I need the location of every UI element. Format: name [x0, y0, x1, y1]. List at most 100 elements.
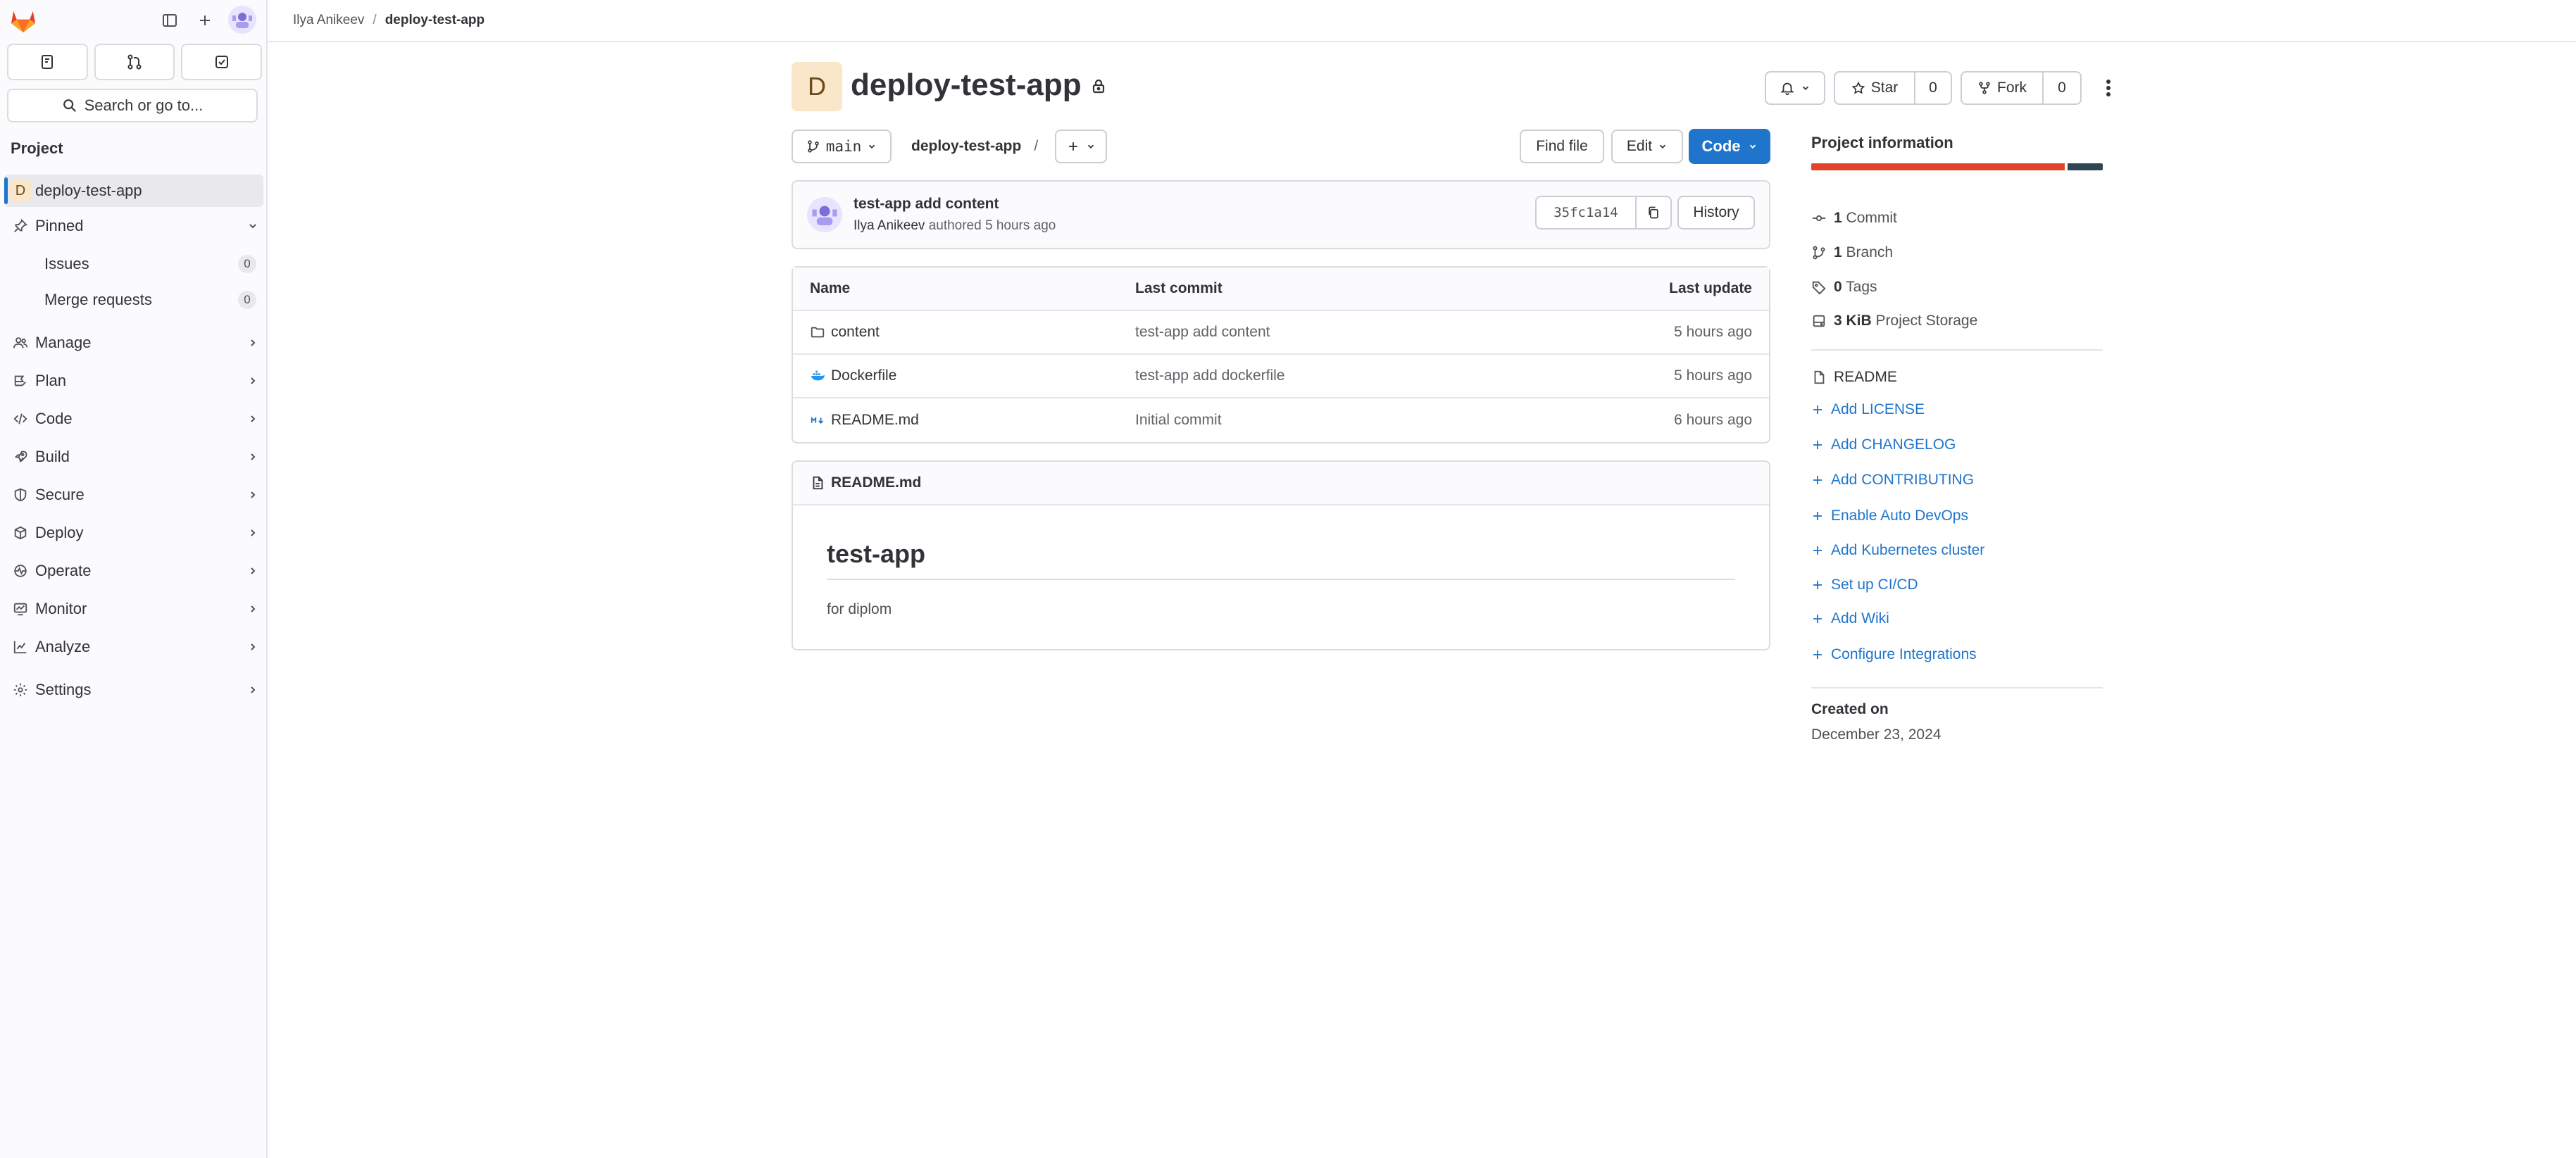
add-kubernetes-cluster-link[interactable]: Add Kubernetes cluster: [1811, 542, 1984, 559]
column-header-last-update: Last update: [1669, 280, 1752, 296]
fork-button-group: Fork 0: [1961, 71, 2082, 105]
fork-button[interactable]: Fork: [1962, 73, 2042, 103]
sidebar-item-merge-requests[interactable]: Merge requests 0: [4, 284, 263, 316]
commit-message-link[interactable]: test-app add content: [1135, 311, 1270, 353]
more-actions-button[interactable]: [2092, 71, 2125, 105]
stat-label: Branch: [1846, 244, 1894, 260]
assigned-issues-button[interactable]: [7, 44, 88, 80]
project-header: D deploy-test-app Star 0 Fork 0: [792, 61, 2125, 111]
plus-icon: [1813, 581, 1822, 589]
star-count[interactable]: 0: [1914, 73, 1951, 103]
sidebar-item-monitor[interactable]: Monitor: [4, 593, 263, 625]
branches-link[interactable]: 1 Branch: [1811, 244, 1893, 261]
commits-link[interactable]: 1 Commit: [1811, 210, 1897, 227]
table-header-row: Name Last commit Last update: [793, 268, 1769, 311]
sidebar-item-secure[interactable]: Secure: [4, 479, 263, 511]
file-name-link[interactable]: Dockerfile: [831, 367, 896, 384]
sidebar-toggle-icon[interactable]: [156, 7, 183, 34]
sidebar-item-pinned[interactable]: Pinned: [4, 210, 263, 242]
branch-icon: [807, 140, 819, 153]
commit-author-link[interactable]: Ilya Anikeev: [854, 218, 925, 233]
sidebar-item-code[interactable]: Code: [4, 403, 263, 435]
file-name-link[interactable]: content: [831, 324, 880, 341]
branch-selector[interactable]: main: [792, 130, 892, 163]
chevron-down-icon: [1087, 144, 1094, 149]
chevron-right-icon: [242, 451, 263, 462]
sidebar-item-label: Merge requests: [44, 291, 152, 308]
todo-list-button[interactable]: [181, 44, 263, 80]
readme-filename-link[interactable]: README.md: [831, 474, 921, 491]
tags-link[interactable]: 0 Tags: [1811, 279, 1877, 296]
history-button[interactable]: History: [1677, 196, 1755, 229]
star-button[interactable]: Star: [1835, 73, 1914, 103]
last-commit-panel: test-app add content Ilya Anikeev author…: [792, 180, 1770, 249]
sidebar-item-issues[interactable]: Issues 0: [4, 248, 263, 280]
storage-bar-secondary: [2068, 163, 2103, 170]
commit-sha[interactable]: 35fc1a14: [1537, 197, 1635, 228]
commit-title-link[interactable]: test-app add content: [854, 196, 999, 213]
enable-auto-devops-link[interactable]: Enable Auto DevOps: [1811, 508, 1968, 524]
add-contributing-link[interactable]: Add CONTRIBUTING: [1811, 472, 1974, 489]
sidebar-item-label: Secure: [35, 486, 85, 503]
sidebar-item-project[interactable]: D deploy-test-app: [4, 175, 263, 207]
sidebar-item-operate[interactable]: Operate: [4, 555, 263, 587]
repo-path: deploy-test-app /: [911, 130, 1038, 163]
setup-ci-cd-link[interactable]: Set up CI/CD: [1811, 577, 1918, 593]
readme-body: for diplom: [827, 601, 892, 617]
fork-count[interactable]: 0: [2042, 73, 2080, 103]
sidebar-item-label: Code: [35, 410, 73, 427]
column-header-name: Name: [810, 280, 851, 296]
repo-root-link[interactable]: deploy-test-app: [911, 138, 1021, 155]
user-avatar[interactable]: [228, 6, 256, 34]
breadcrumb-project-link[interactable]: deploy-test-app: [385, 13, 484, 28]
configure-integrations-link[interactable]: Configure Integrations: [1811, 646, 1977, 663]
table-row[interactable]: Dockerfile test-app add dockerfile 5 hou…: [793, 355, 1769, 398]
readme-link[interactable]: README: [1811, 369, 1897, 386]
breadcrumb-user-link[interactable]: Ilya Anikeev: [293, 13, 364, 28]
add-to-tree-button[interactable]: [1055, 130, 1107, 163]
table-row[interactable]: content test-app add content 5 hours ago: [793, 311, 1769, 355]
rocket-icon: [4, 449, 35, 465]
commit-message-link[interactable]: Initial commit: [1135, 398, 1222, 442]
storage-icon: [1813, 315, 1825, 327]
sidebar-item-deploy[interactable]: Deploy: [4, 517, 263, 549]
sidebar-item-analyze[interactable]: Analyze: [4, 631, 263, 663]
commit-icon: [1812, 215, 1826, 222]
merge-requests-button[interactable]: [94, 44, 175, 80]
add-license-link[interactable]: Add LICENSE: [1811, 401, 1925, 418]
sidebar-item-plan[interactable]: Plan: [4, 365, 263, 397]
file-name-link[interactable]: README.md: [831, 412, 919, 429]
stat-count: 1: [1834, 210, 1842, 226]
table-row[interactable]: README.md Initial commit 6 hours ago: [793, 398, 1769, 442]
commit-message-link[interactable]: test-app add dockerfile: [1135, 355, 1284, 397]
created-on-label: Created on: [1811, 701, 1889, 717]
sidebar-item-label: Build: [35, 448, 70, 465]
copy-sha-button[interactable]: [1635, 197, 1670, 228]
find-file-button[interactable]: Find file: [1520, 130, 1604, 163]
sidebar-item-label: Deploy: [35, 524, 84, 541]
kebab-menu-icon: [2106, 80, 2111, 96]
bell-icon: [1780, 82, 1794, 96]
edit-dropdown-button[interactable]: Edit: [1611, 130, 1683, 163]
breadcrumb: Ilya Anikeev / deploy-test-app: [268, 0, 2576, 42]
stat-count: 3 KiB: [1834, 313, 1872, 329]
search-button[interactable]: Search or go to...: [7, 89, 258, 122]
sidebar-item-manage[interactable]: Manage: [4, 327, 263, 359]
sidebar-item-build[interactable]: Build: [4, 441, 263, 473]
chevron-down-icon: [1749, 144, 1756, 149]
path-separator: /: [1034, 138, 1039, 154]
branch-icon: [1813, 246, 1825, 260]
add-changelog-link[interactable]: Add CHANGELOG: [1811, 436, 1956, 453]
code-icon: [4, 411, 35, 427]
commit-author-avatar[interactable]: [807, 197, 842, 232]
add-wiki-link[interactable]: Add Wiki: [1811, 610, 1889, 627]
create-new-icon[interactable]: [192, 7, 218, 34]
notification-settings-button[interactable]: [1765, 71, 1825, 105]
gitlab-logo-icon[interactable]: [8, 6, 38, 35]
sidebar-item-settings[interactable]: Settings: [4, 674, 263, 706]
code-dropdown-button[interactable]: Code: [1689, 129, 1770, 164]
storage-link[interactable]: 3 KiB Project Storage: [1811, 313, 1977, 329]
commit-meta: Ilya Anikeev authored 5 hours ago: [854, 218, 1056, 234]
star-button-group: Star 0: [1834, 71, 1952, 105]
link-label: Enable Auto DevOps: [1831, 508, 1968, 524]
